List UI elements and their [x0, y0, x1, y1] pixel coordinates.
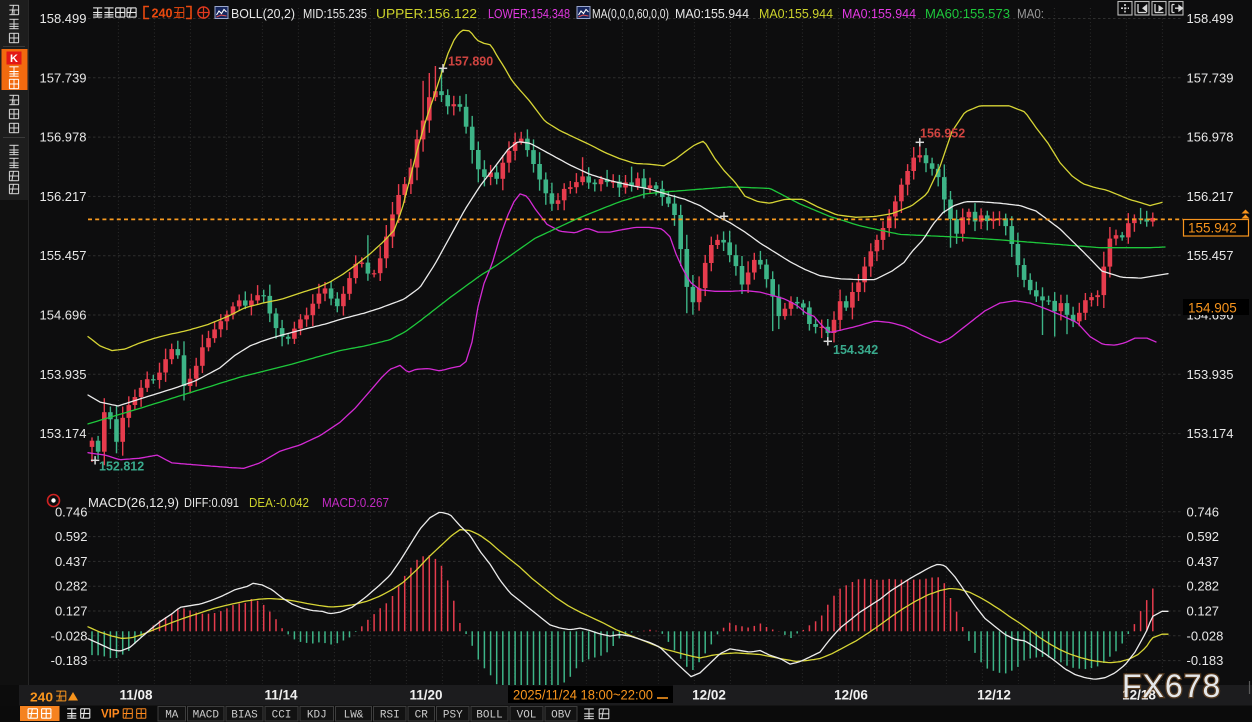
- svg-text:0.127: 0.127: [55, 604, 88, 619]
- svg-text:156.978: 156.978: [1187, 130, 1234, 145]
- svg-text:-0.028: -0.028: [1187, 628, 1224, 643]
- svg-text:153.935: 153.935: [1187, 367, 1234, 382]
- svg-text:MACD:0.267: MACD:0.267: [322, 495, 389, 510]
- svg-text:0.437: 0.437: [1187, 554, 1220, 569]
- svg-text:153.174: 153.174: [40, 426, 87, 441]
- svg-text:BOLL: BOLL: [476, 710, 502, 722]
- svg-text:240: 240: [30, 690, 53, 705]
- svg-text:12/06: 12/06: [834, 688, 868, 703]
- svg-text:153.935: 153.935: [40, 367, 87, 382]
- svg-text:-0.183: -0.183: [1187, 653, 1224, 668]
- svg-text:0.592: 0.592: [55, 529, 88, 544]
- svg-text:DEA:-0.042: DEA:-0.042: [249, 495, 309, 510]
- svg-text:0.127: 0.127: [1187, 604, 1220, 619]
- svg-text:0.746: 0.746: [1187, 504, 1220, 519]
- svg-text:154.905: 154.905: [1188, 301, 1237, 316]
- svg-text:KDJ: KDJ: [307, 710, 327, 722]
- svg-text:156.217: 156.217: [40, 189, 87, 204]
- svg-text:MID:155.235: MID:155.235: [303, 6, 367, 21]
- svg-text:155.457: 155.457: [1187, 248, 1234, 263]
- svg-text:MA(0,0,0,60,0,0): MA(0,0,0,60,0,0): [592, 6, 669, 21]
- svg-text:MA0:155.944: MA0:155.944: [759, 6, 833, 21]
- svg-text:MA: MA: [165, 710, 179, 722]
- svg-text:VOL: VOL: [517, 710, 537, 722]
- svg-text:157.739: 157.739: [1187, 70, 1234, 85]
- svg-text:152.812: 152.812: [99, 460, 144, 474]
- svg-text:CCI: CCI: [272, 710, 292, 722]
- svg-text:PSY: PSY: [443, 710, 463, 722]
- svg-text:DIFF:0.091: DIFF:0.091: [184, 495, 239, 510]
- svg-text:BOLL(20,2): BOLL(20,2): [231, 6, 295, 21]
- svg-text:0.746: 0.746: [55, 504, 88, 519]
- svg-text:155.457: 155.457: [40, 248, 87, 263]
- svg-text:0.282: 0.282: [55, 579, 88, 594]
- svg-text:LW&: LW&: [344, 710, 364, 722]
- svg-text:154.342: 154.342: [833, 343, 878, 357]
- svg-text:156.978: 156.978: [40, 130, 87, 145]
- svg-text:12/02: 12/02: [692, 688, 726, 703]
- svg-text:158.499: 158.499: [1187, 11, 1234, 26]
- svg-text:0.282: 0.282: [1187, 579, 1220, 594]
- svg-text:-0.183: -0.183: [51, 653, 88, 668]
- svg-text:12/12: 12/12: [977, 688, 1011, 703]
- svg-text:OBV: OBV: [551, 710, 571, 722]
- svg-text:154.696: 154.696: [40, 308, 87, 323]
- svg-text:FX678: FX678: [1122, 668, 1221, 704]
- svg-text:155.942: 155.942: [1188, 221, 1237, 236]
- svg-text:RSI: RSI: [380, 710, 400, 722]
- svg-text:11/14: 11/14: [264, 688, 298, 703]
- svg-text:LOWER:154.348: LOWER:154.348: [488, 6, 570, 21]
- svg-text:240: 240: [152, 6, 173, 21]
- svg-text:2025/11/24 18:00~22:00: 2025/11/24 18:00~22:00: [513, 688, 653, 703]
- svg-text:MA0:155.944: MA0:155.944: [675, 6, 749, 21]
- svg-text:156.952: 156.952: [920, 127, 965, 141]
- svg-text:157.890: 157.890: [448, 55, 493, 69]
- svg-text:158.499: 158.499: [40, 11, 87, 26]
- svg-text:MACD(26,12,9): MACD(26,12,9): [88, 495, 179, 510]
- svg-text:0.592: 0.592: [1187, 529, 1220, 544]
- svg-text:11/20: 11/20: [409, 688, 442, 703]
- svg-text:11/08: 11/08: [119, 688, 153, 703]
- svg-text:UPPER:156.122: UPPER:156.122: [376, 6, 477, 21]
- svg-text:156.217: 156.217: [1187, 189, 1234, 204]
- svg-text:-0.028: -0.028: [51, 628, 88, 643]
- svg-text:BIAS: BIAS: [231, 710, 258, 722]
- svg-text:K: K: [10, 53, 18, 65]
- svg-text:VIP: VIP: [101, 709, 120, 721]
- svg-text:MA0:: MA0:: [1017, 6, 1044, 21]
- svg-text:MA0:155.944: MA0:155.944: [842, 6, 916, 21]
- svg-text:MACD: MACD: [193, 710, 220, 722]
- svg-text:MA60:155.573: MA60:155.573: [925, 6, 1010, 21]
- svg-text:157.739: 157.739: [40, 70, 87, 85]
- svg-text:153.174: 153.174: [1187, 426, 1234, 441]
- svg-text:0.437: 0.437: [55, 554, 88, 569]
- svg-text:CR: CR: [415, 710, 429, 722]
